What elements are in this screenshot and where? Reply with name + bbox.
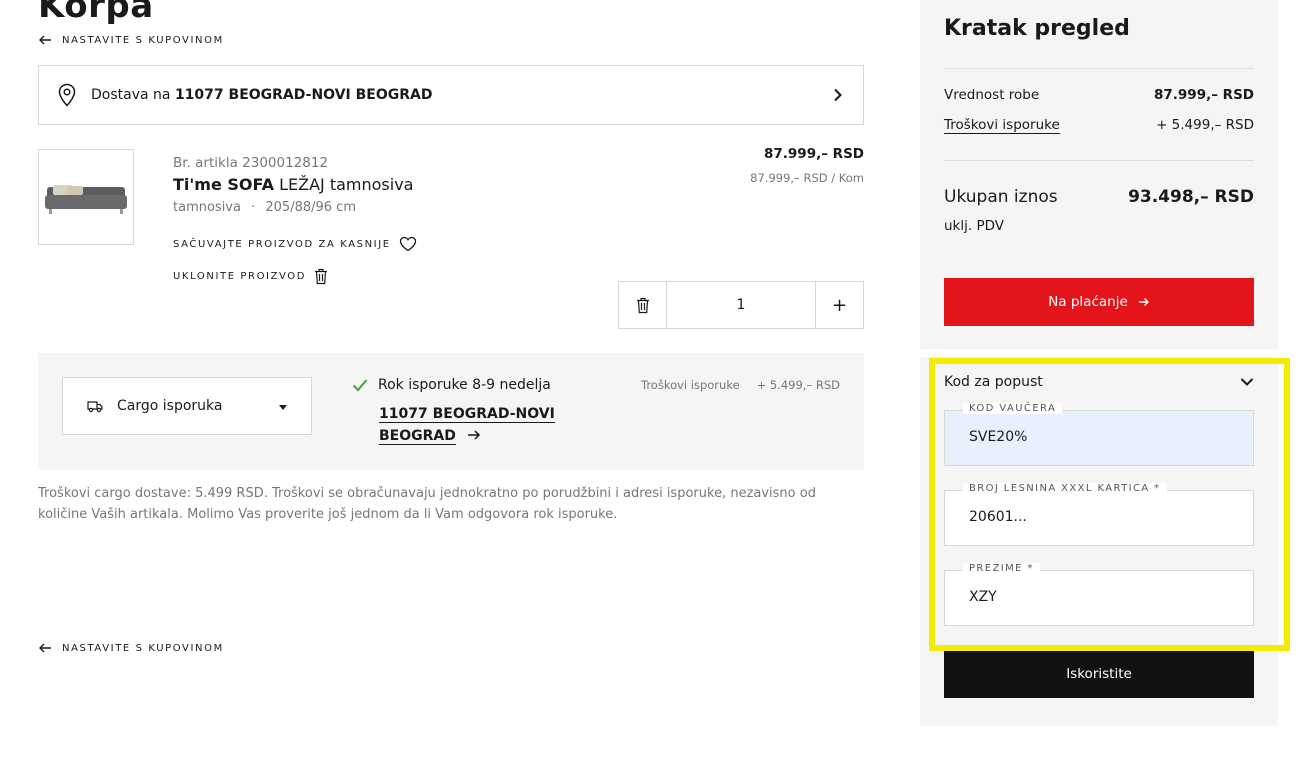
delivery-eta-text: Rok isporuke 8-9 nedelja (378, 377, 551, 393)
shipping-method-value: Cargo isporuka (117, 398, 223, 414)
truck-icon (87, 401, 103, 413)
checkout-label: Na plaćanje (1048, 294, 1128, 310)
summary-title: Kratak pregled (944, 16, 1130, 41)
product-dimensions: 205/88/96 cm (265, 200, 356, 215)
continue-shopping-link-bottom[interactable]: NASTAVITE S KUPOVINOM (38, 641, 224, 655)
delivery-prefix: Dostava na (91, 87, 171, 103)
arrow-right-icon (467, 430, 480, 440)
caret-down-icon (279, 405, 287, 410)
delivery-cost-row: Troškovi isporuke + 5.499,– RSD (944, 117, 1254, 134)
arrow-left-icon (39, 35, 51, 45)
quantity-increase-button[interactable]: + (815, 282, 863, 328)
product-image[interactable] (38, 149, 134, 245)
delivery-address-line2: BEOGRAD (379, 428, 456, 445)
apply-discount-button[interactable]: Iskoristite (944, 650, 1254, 698)
total-row: Ukupan iznos 93.498,– RSD (944, 187, 1254, 207)
sofa-image (45, 185, 127, 214)
loyalty-card-label: BROJ LESNINA XXXL KARTICA * (963, 483, 1167, 494)
voucher-code-value: SVE20% (969, 429, 1028, 445)
surname-value: XZY (969, 589, 997, 605)
quantity-input[interactable]: 1 (667, 282, 815, 328)
quantity-stepper: 1 + (618, 281, 864, 329)
divider (944, 68, 1254, 69)
surname-label: PREZIME * (963, 563, 1040, 574)
surname-field[interactable]: PREZIME * XZY (944, 563, 1254, 626)
delivery-location-selector[interactable]: Dostava na 11077 BEOGRAD-NOVI BEOGRAD (38, 65, 864, 125)
shipping-cost-label: Troškovi isporuke (641, 378, 740, 392)
location-pin-icon (58, 83, 76, 107)
checkmark-icon (352, 379, 368, 392)
order-summary: Kratak pregled Vrednost robe 87.999,– RS… (920, 0, 1278, 349)
remove-product-label: UKLONITE PROIZVOD (173, 271, 307, 282)
shipping-cost-value: + 5.499,– RSD (756, 378, 840, 392)
loyalty-card-field[interactable]: BROJ LESNINA XXXL KARTICA * 20601... (944, 483, 1254, 546)
save-for-later-button[interactable]: SAČUVAJTE PROIZVOD ZA KASNIJE (173, 236, 417, 252)
continue-shopping-link[interactable]: NASTAVITE S KUPOVINOM (38, 33, 224, 47)
voucher-code-field[interactable]: KOD VAUČERA SVE20% (944, 403, 1254, 466)
total-label: Ukupan iznos (944, 187, 1058, 207)
save-for-later-label: SAČUVAJTE PROIZVOD ZA KASNIJE (173, 238, 391, 250)
discount-title: Kod za popust (944, 374, 1043, 390)
delivery-text: Dostava na 11077 BEOGRAD-NOVI BEOGRAD (91, 87, 831, 103)
article-number: Br. artikla 2300012812 (173, 155, 329, 171)
trash-icon (315, 268, 328, 285)
quantity-delete-button[interactable] (619, 282, 667, 328)
goods-value-amount: 87.999,– RSD (1154, 87, 1254, 103)
product-attributes: tamnosiva · 205/88/96 cm (173, 200, 356, 215)
checkout-button[interactable]: Na plaćanje (944, 278, 1254, 326)
product-name-bold: Ti'me SOFA (173, 175, 274, 194)
chevron-right-icon (834, 88, 842, 102)
discount-code-panel: Kod za popust KOD VAUČERA SVE20% BROJ LE… (920, 357, 1278, 726)
product-price: 87.999,– RSD (764, 146, 864, 162)
delivery-address-line1: 11077 BEOGRAD-NOVI (379, 406, 555, 423)
loyalty-card-value: 20601... (969, 509, 1027, 525)
voucher-code-label: KOD VAUČERA (963, 403, 1063, 414)
delivery-cost-amount: + 5.499,– RSD (1156, 117, 1254, 133)
chevron-down-icon (1240, 378, 1254, 386)
discount-toggle[interactable]: Kod za popust (944, 374, 1254, 390)
trash-icon (636, 297, 649, 313)
heart-icon (399, 236, 416, 252)
page-title: Korpa (38, 0, 154, 26)
arrow-right-icon (1138, 298, 1149, 306)
arrow-left-icon (39, 643, 51, 653)
product-color: tamnosiva (173, 200, 241, 215)
remove-product-button[interactable]: UKLONITE PROIZVOD (173, 268, 328, 285)
continue-shopping-label: NASTAVITE S KUPOVINOM (62, 34, 224, 46)
product-unit-price: 87.999,– RSD / Kom (750, 171, 864, 185)
divider (944, 160, 1254, 161)
delivery-eta: Rok isporuke 8-9 nedelja (352, 377, 551, 393)
shipping-panel: Cargo isporuka Rok isporuke 8-9 nedelja … (38, 353, 864, 470)
total-amount: 93.498,– RSD (1128, 187, 1254, 207)
shipping-method-select[interactable]: Cargo isporuka (62, 377, 312, 435)
product-name-link[interactable]: Ti'me SOFA LEŽAJ tamnosiva (173, 175, 413, 194)
delivery-address-link[interactable]: 11077 BEOGRAD-NOVI BEOGRAD (379, 403, 555, 447)
vat-note: uklj. PDV (944, 218, 1004, 234)
product-name-rest: LEŽAJ tamnosiva (279, 175, 414, 194)
shipping-note: Troškovi cargo dostave: 5.499 RSD. Trošk… (38, 486, 816, 522)
continue-shopping-label: NASTAVITE S KUPOVINOM (62, 642, 224, 654)
delivery-cost-link[interactable]: Troškovi isporuke (944, 117, 1060, 134)
delivery-location: 11077 BEOGRAD-NOVI BEOGRAD (174, 87, 433, 103)
attr-separator: · (251, 200, 256, 215)
goods-value-label: Vrednost robe (944, 87, 1040, 103)
goods-value-row: Vrednost robe 87.999,– RSD (944, 87, 1254, 103)
